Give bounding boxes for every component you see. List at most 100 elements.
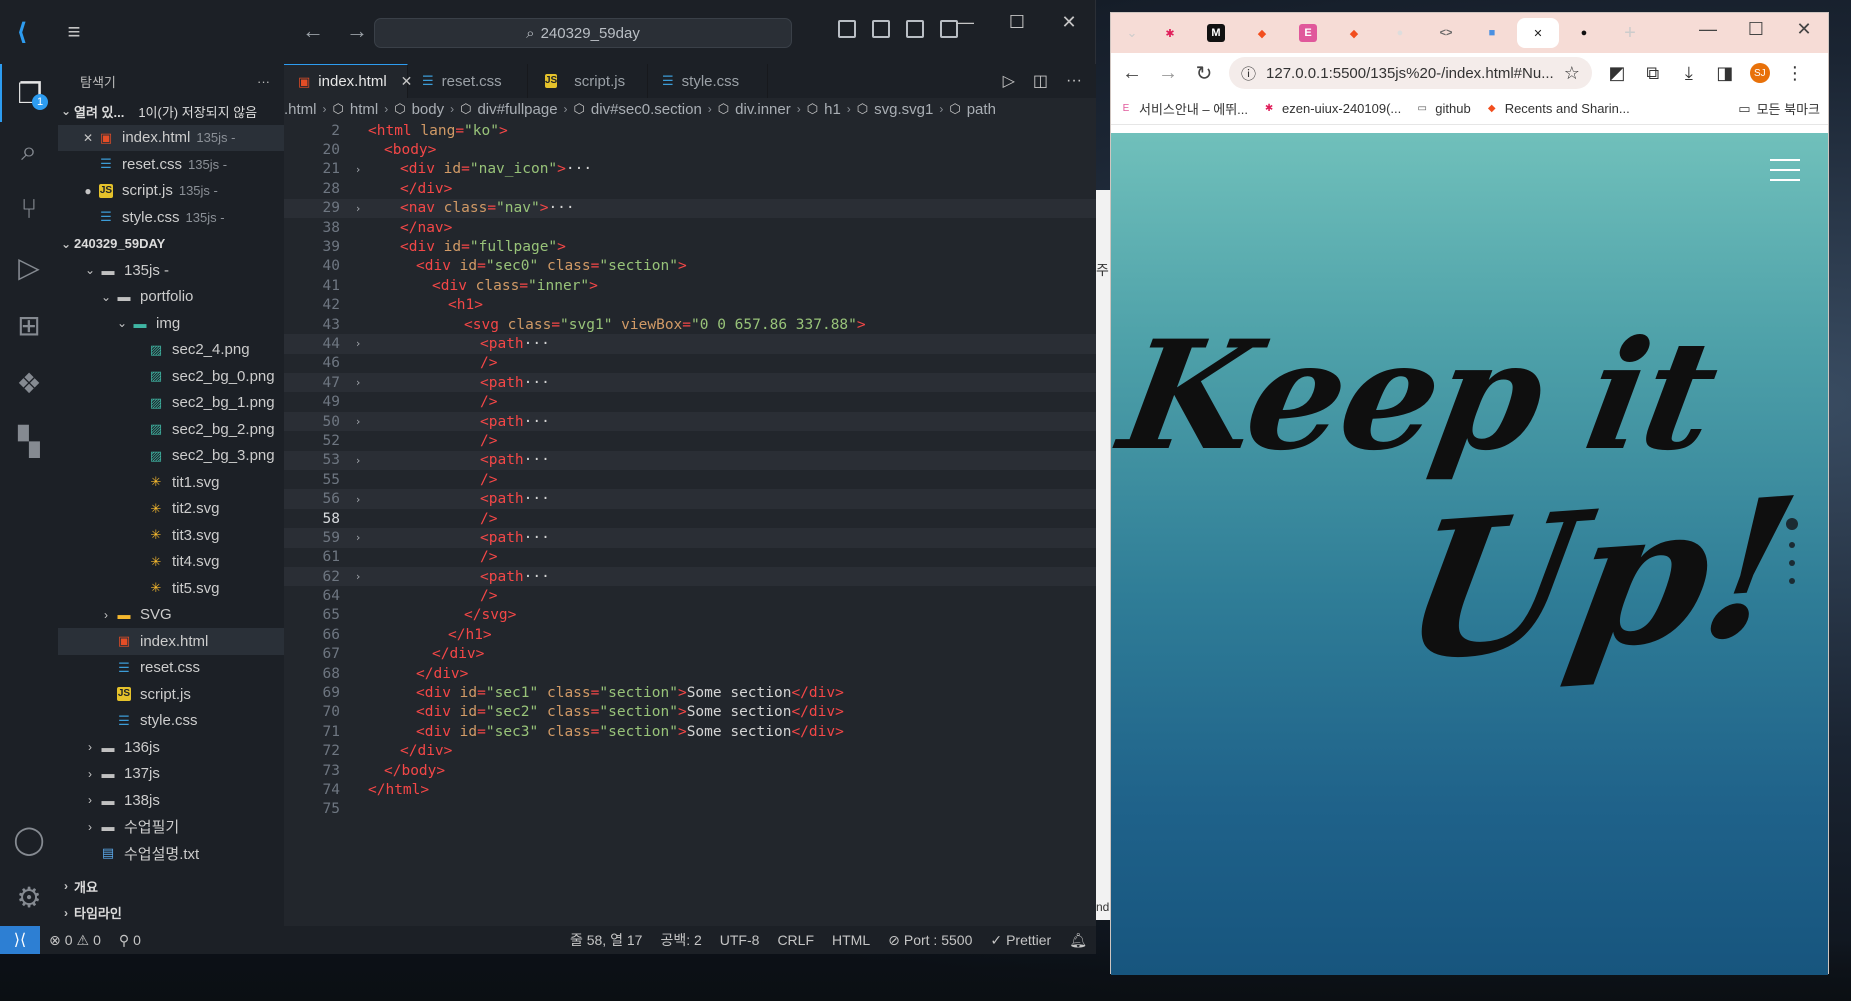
explorer-icon[interactable]: ❐ 1 (0, 64, 58, 122)
browser-tab-blank[interactable]: ● (1379, 18, 1421, 48)
fold-chevron-icon[interactable]: › (348, 415, 368, 428)
live-server-status[interactable]: ⊘ Port : 5500 (879, 932, 981, 949)
breadcrumb-item[interactable]: body (412, 101, 445, 118)
code-editor[interactable]: 2 <html lang="ko"> 20 <body> 21 › <div id="nav… (284, 121, 1096, 821)
all-bookmarks[interactable]: ▭ 모든 북마크 (1738, 99, 1820, 118)
run-debug-icon[interactable]: ▷ (0, 238, 58, 296)
open-editor-item[interactable]: ☰ reset.css 135js - (58, 151, 284, 178)
browser-tab-e[interactable]: E (1287, 18, 1329, 48)
close-icon[interactable]: ✕ (1780, 19, 1828, 40)
browser-tab-m[interactable]: M (1195, 18, 1237, 48)
tree-file[interactable]: ▤ 수업설명.txt (58, 840, 284, 867)
command-center-search[interactable]: ⌕ 240329_59day (374, 18, 792, 48)
breadcrumb-item[interactable]: svg.svg1 (874, 101, 933, 118)
forward-arrow-icon[interactable]: → (346, 18, 368, 44)
breadcrumb-item[interactable]: .html (284, 101, 317, 118)
tree-file[interactable]: ✳ tit5.svg (58, 575, 284, 602)
pagination-dot[interactable] (1789, 542, 1795, 548)
tab-script-js[interactable]: JS script.js (528, 64, 648, 98)
address-bar[interactable]: ⓘ 127.0.0.1:5500/135js%20-/index.html#Nu… (1229, 57, 1592, 89)
new-tab-button[interactable]: + (1609, 18, 1651, 48)
bookmark-item[interactable]: ◆ Recents and Sharin... (1485, 101, 1630, 116)
back-arrow-icon[interactable]: ← (1121, 62, 1143, 85)
fold-chevron-icon[interactable]: › (348, 454, 368, 467)
toggle-panel-icon[interactable] (872, 20, 890, 38)
workspace-header[interactable]: ⌄ 240329_59DAY (58, 231, 284, 258)
browser-tab-figma2[interactable]: ◆ (1333, 18, 1375, 48)
account-icon[interactable]: ◯ (0, 810, 58, 868)
fold-chevron-icon[interactable]: › (348, 376, 368, 389)
tree-file[interactable]: ✳ tit3.svg (58, 522, 284, 549)
extensions-puzzle-icon[interactable]: ⧉ (1642, 63, 1664, 84)
open-editor-item[interactable]: ● JS script.js 135js - (58, 178, 284, 205)
tab-search-icon[interactable]: ⌄ (1119, 18, 1145, 48)
tree-file[interactable]: ▨ sec2_bg_3.png (58, 443, 284, 470)
back-arrow-icon[interactable]: ← (302, 18, 324, 44)
prettier-status[interactable]: ✓ Prettier (981, 932, 1060, 949)
side-panel-icon[interactable]: ◨ (1714, 63, 1736, 84)
tree-folder[interactable]: ⌄ ▬ img (58, 310, 284, 337)
fold-chevron-icon[interactable]: › (348, 202, 368, 215)
pagination-dot-active[interactable] (1786, 518, 1798, 530)
breadcrumb-item[interactable]: div#sec0.section (591, 101, 702, 118)
open-editor-item[interactable]: ✕ ▣ index.html 135js - (58, 124, 284, 151)
minimize-icon[interactable]: — (939, 12, 991, 33)
remote-indicator-icon[interactable]: ⟩⟨ (0, 926, 40, 954)
more-actions-icon[interactable]: ··· (1066, 72, 1082, 90)
figma-extension-icon[interactable]: ❖ (0, 354, 58, 412)
tab-index-html[interactable]: ▣ index.html ✕ (284, 64, 412, 98)
minimize-icon[interactable]: — (1684, 19, 1732, 40)
tree-file[interactable]: ▨ sec2_bg_0.png (58, 363, 284, 390)
tree-file[interactable]: ☰ style.css (58, 708, 284, 735)
tree-file[interactable]: ✳ tit4.svg (58, 549, 284, 576)
ports-status[interactable]: ⚲ 0 (110, 932, 150, 949)
bookmark-item[interactable]: E 서비스안내 – 에뛰... (1119, 99, 1248, 118)
tree-folder[interactable]: ⌄ ▬ portfolio (58, 284, 284, 311)
browser-tab-close[interactable]: ✕ (1517, 18, 1559, 48)
tree-file[interactable]: ▣ index.html (58, 628, 284, 655)
close-tab-icon[interactable]: ✕ (1529, 24, 1547, 42)
bookmark-star-icon[interactable]: ☆ (1564, 63, 1580, 84)
menu-icon[interactable]: ≡ (54, 19, 94, 45)
chrome-menu-icon[interactable]: ⋮ (1784, 63, 1806, 84)
tree-folder[interactable]: › ▬ 136js (58, 734, 284, 761)
eol-status[interactable]: CRLF (768, 932, 823, 948)
tree-file[interactable]: ✳ tit2.svg (58, 496, 284, 523)
browser-tab-cube[interactable]: ■ (1471, 18, 1513, 48)
close-icon[interactable]: ✕ (1043, 12, 1095, 33)
encoding-status[interactable]: UTF-8 (711, 932, 769, 948)
fold-chevron-icon[interactable]: › (348, 163, 368, 176)
maximize-icon[interactable]: ☐ (991, 12, 1043, 33)
source-control-icon[interactable]: ⑂ (0, 180, 58, 238)
notifications-icon[interactable]: 🔔︎ (1060, 932, 1096, 949)
tree-folder[interactable]: › ▬ 138js (58, 787, 284, 814)
reload-icon[interactable]: ↻ (1193, 61, 1215, 86)
language-mode[interactable]: HTML (823, 932, 879, 948)
maximize-icon[interactable]: ☐ (1732, 19, 1780, 40)
cursor-position[interactable]: 줄 58, 열 17 (561, 930, 651, 950)
problems-status[interactable]: ⊗ 0 ⚠ 0 (40, 932, 110, 949)
tree-file[interactable]: ✳ tit1.svg (58, 469, 284, 496)
tree-folder[interactable]: › ▬ 137js (58, 761, 284, 788)
fold-chevron-icon[interactable]: › (348, 493, 368, 506)
fold-chevron-icon[interactable]: › (348, 570, 368, 583)
settings-gear-icon[interactable]: ⚙ (0, 868, 58, 926)
browser-tab-code[interactable]: <> (1425, 18, 1467, 48)
page-menu-icon[interactable] (1770, 159, 1800, 189)
tree-folder[interactable]: › ▬ SVG (58, 602, 284, 629)
close-editor-icon[interactable]: ✕ (80, 131, 96, 145)
fold-chevron-icon[interactable]: › (348, 337, 368, 350)
extensions-icon[interactable]: ⊞ (0, 296, 58, 354)
tree-folder[interactable]: ⌄ ▬ 135js - (58, 257, 284, 284)
breadcrumb-item[interactable]: div.inner (735, 101, 791, 118)
pagination-dot[interactable] (1789, 578, 1795, 584)
pagination-dot[interactable] (1789, 560, 1795, 566)
remote-explorer-icon[interactable]: ▚ (0, 412, 58, 470)
browser-tab-slack[interactable]: ✱ (1149, 18, 1191, 48)
run-icon[interactable]: ▷ (1003, 71, 1015, 91)
split-editor-icon[interactable]: ◫ (1033, 71, 1048, 91)
browser-tab-github[interactable]: ● (1563, 18, 1605, 48)
toggle-sidebar-icon[interactable] (838, 20, 856, 38)
tree-file[interactable]: ▨ sec2_4.png (58, 337, 284, 364)
toggle-secondary-sidebar-icon[interactable] (906, 20, 924, 38)
